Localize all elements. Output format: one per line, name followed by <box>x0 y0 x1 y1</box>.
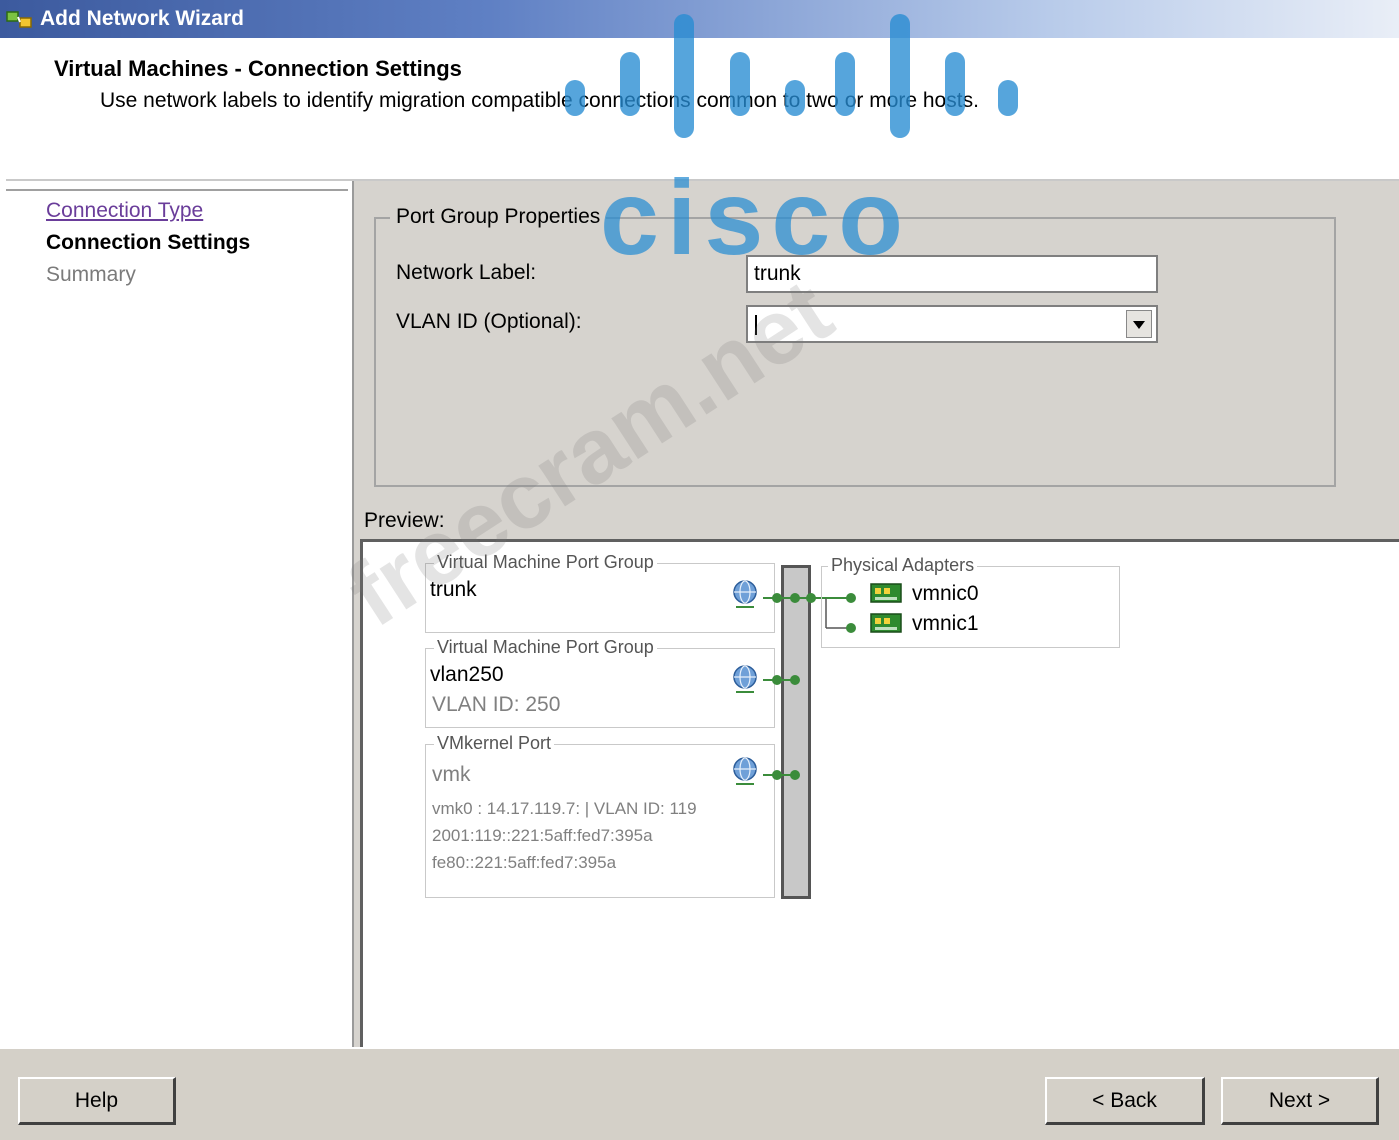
network-label-input[interactable] <box>746 255 1158 293</box>
port-group-properties: Port Group Properties Network Label: VLA… <box>374 205 1336 487</box>
nic-vmnic0: vmnic0 <box>912 582 979 605</box>
back-button[interactable]: < Back <box>1045 1077 1205 1125</box>
title-bar: Add Network Wizard <box>0 0 1399 38</box>
nic-icon <box>870 613 902 633</box>
nic-icon <box>870 583 902 603</box>
nav-item-summary: Summary <box>46 263 136 286</box>
help-button[interactable]: Help <box>18 1077 176 1125</box>
physical-adapters: Physical Adapters vmnic0 vmnic1 <box>821 555 1120 648</box>
next-button[interactable]: Next > <box>1221 1077 1379 1125</box>
vlan-id-label: VLAN ID (Optional): <box>396 310 582 333</box>
wizard-steps-nav: Connection Type Connection Settings Summ… <box>6 189 348 1049</box>
preview-label: Preview: <box>364 509 445 532</box>
physical-adapters-legend: Physical Adapters <box>828 555 978 576</box>
content-panel: Port Group Properties Network Label: VLA… <box>352 181 1399 1047</box>
nic-vmnic1: vmnic1 <box>912 612 979 635</box>
page-subtitle: Use network labels to identify migration… <box>100 89 979 112</box>
port-group-legend: Port Group Properties <box>390 205 607 229</box>
network-wizard-icon <box>6 11 32 28</box>
chevron-down-icon[interactable] <box>1126 310 1152 338</box>
network-preview: Virtual Machine Port Group trunk Virtual… <box>360 539 1399 1047</box>
text-caret <box>755 315 757 335</box>
network-label-label: Network Label: <box>396 261 537 284</box>
nav-item-connection-type[interactable]: Connection Type <box>46 199 203 223</box>
window-title: Add Network Wizard <box>40 7 244 30</box>
vlan-id-combobox[interactable] <box>746 305 1158 343</box>
nav-item-connection-settings: Connection Settings <box>46 231 251 254</box>
page-title: Virtual Machines - Connection Settings <box>54 56 462 81</box>
button-bar: Help < Back Next > <box>0 1047 1399 1140</box>
